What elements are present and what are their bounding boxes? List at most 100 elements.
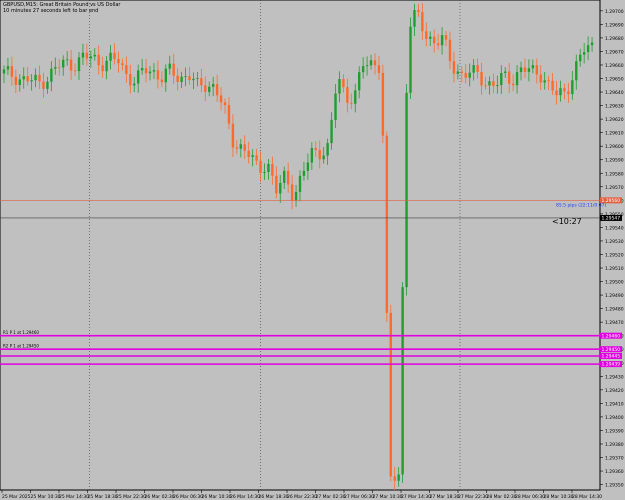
candle-body [397,474,400,481]
time-tick-label: 25 Mar 18:30 [88,494,118,500]
price-tick-label: 1.29410 [605,401,624,407]
candle-body [58,67,61,68]
candle-body [539,74,542,83]
candle-body [231,123,235,148]
candle-body [140,67,144,71]
candle-body [30,80,33,82]
candle-body [571,80,574,95]
price-tick-label: 1.29480 [605,307,624,313]
candle-body [346,87,349,103]
pips-annotation: 85.5 pips (22:11/0:07) [556,202,607,208]
candle-body [69,59,73,71]
candle-body [547,80,550,82]
candle-body [290,184,294,201]
candle-body [247,150,250,157]
price-tick-label: 1.29640 [605,90,624,96]
candle-body [298,175,302,192]
candle-body [251,155,254,157]
chart-window[interactable]: GBPUSD,M15: Great Britain Pound vs US Do… [0,0,625,500]
candle-body [97,54,100,66]
candle-body [582,52,586,55]
price-tick-label: 1.29350 [605,483,624,489]
level-price-label: 1.29445 [602,354,621,360]
candle-body [350,102,353,104]
candle-body [14,76,18,85]
time-tick-label: 25 Mar 14:30 [59,494,89,500]
time-tick-label: 26 Mar 14:30 [230,494,260,500]
candle-body [515,72,519,86]
candle-body [468,72,471,78]
candle-body [448,39,452,62]
candle-body [46,81,49,89]
candle-body [417,10,420,13]
candle-body [38,74,41,82]
candle-body [279,182,282,194]
price-tick-label: 1.29520 [605,252,624,258]
candle-body [89,56,93,59]
candle-body [302,170,306,176]
candle-body [192,78,195,81]
candle-body [255,155,258,161]
candle-body [160,79,164,83]
candle-body [34,74,37,81]
candle-body [507,71,511,84]
candle-body [219,95,223,103]
time-tick-label: 26 Mar 22:30 [287,494,317,500]
candle-body [452,61,456,74]
time-tick-label: 28 Mar 06:30 [515,494,545,500]
candle-body [144,67,148,74]
time-tick-label: 27 Mar 18:30 [430,494,460,500]
candle-body [334,93,337,120]
candle-body [196,78,199,79]
price-tick-label: 1.29420 [605,388,624,394]
candle-body [373,60,377,66]
candle-body [504,71,507,74]
time-tick-label: 28 Mar 02:30 [487,494,517,500]
level-price-label: 1.29439 [602,362,621,368]
candle-body [26,76,29,82]
candle-body [211,84,215,87]
candle-body [227,105,231,124]
candle-body [318,149,321,160]
candle-body [180,76,183,82]
candle-body [121,63,124,66]
candle-body [6,66,10,70]
price-tick-label: 1.29540 [605,225,624,231]
candle-body [488,81,491,86]
candle-body [152,70,156,72]
candle-body [54,67,57,69]
candle-body [432,36,436,44]
candle-body [73,70,77,72]
candle-body [369,60,373,66]
candle-body [93,54,96,57]
candle-body [405,92,408,288]
price-tick-label: 1.29470 [605,320,624,326]
price-tick-label: 1.29430 [605,374,624,380]
price-chart[interactable]: 1.29700 1.29690 1.29680 1.29670 1.29660 1.296… [0,0,625,500]
candle-body [586,45,590,53]
candle-body [148,71,152,74]
candle-body [267,163,270,172]
candle-body [358,72,361,91]
candle-body [551,80,554,91]
candle-body [326,143,329,156]
candle-body [511,83,515,86]
cursor-countdown: <10:27 [552,217,582,226]
candle-body [113,52,116,59]
candle-body [294,191,298,201]
candle-body [172,63,175,76]
candle-body [519,67,523,73]
candle-body [168,63,171,69]
candle-body [188,76,191,81]
candle-body [243,144,246,151]
candle-body [555,90,558,96]
candle-body [472,65,475,73]
candle-body [310,148,314,163]
candle-body [105,60,108,72]
candle-body [590,42,594,46]
price-tick-label: 1.29620 [605,117,624,123]
candle-body [2,69,6,74]
bid-price-label: 1.29547 [602,216,621,222]
candle-body [361,66,365,73]
candle-body [464,72,467,78]
